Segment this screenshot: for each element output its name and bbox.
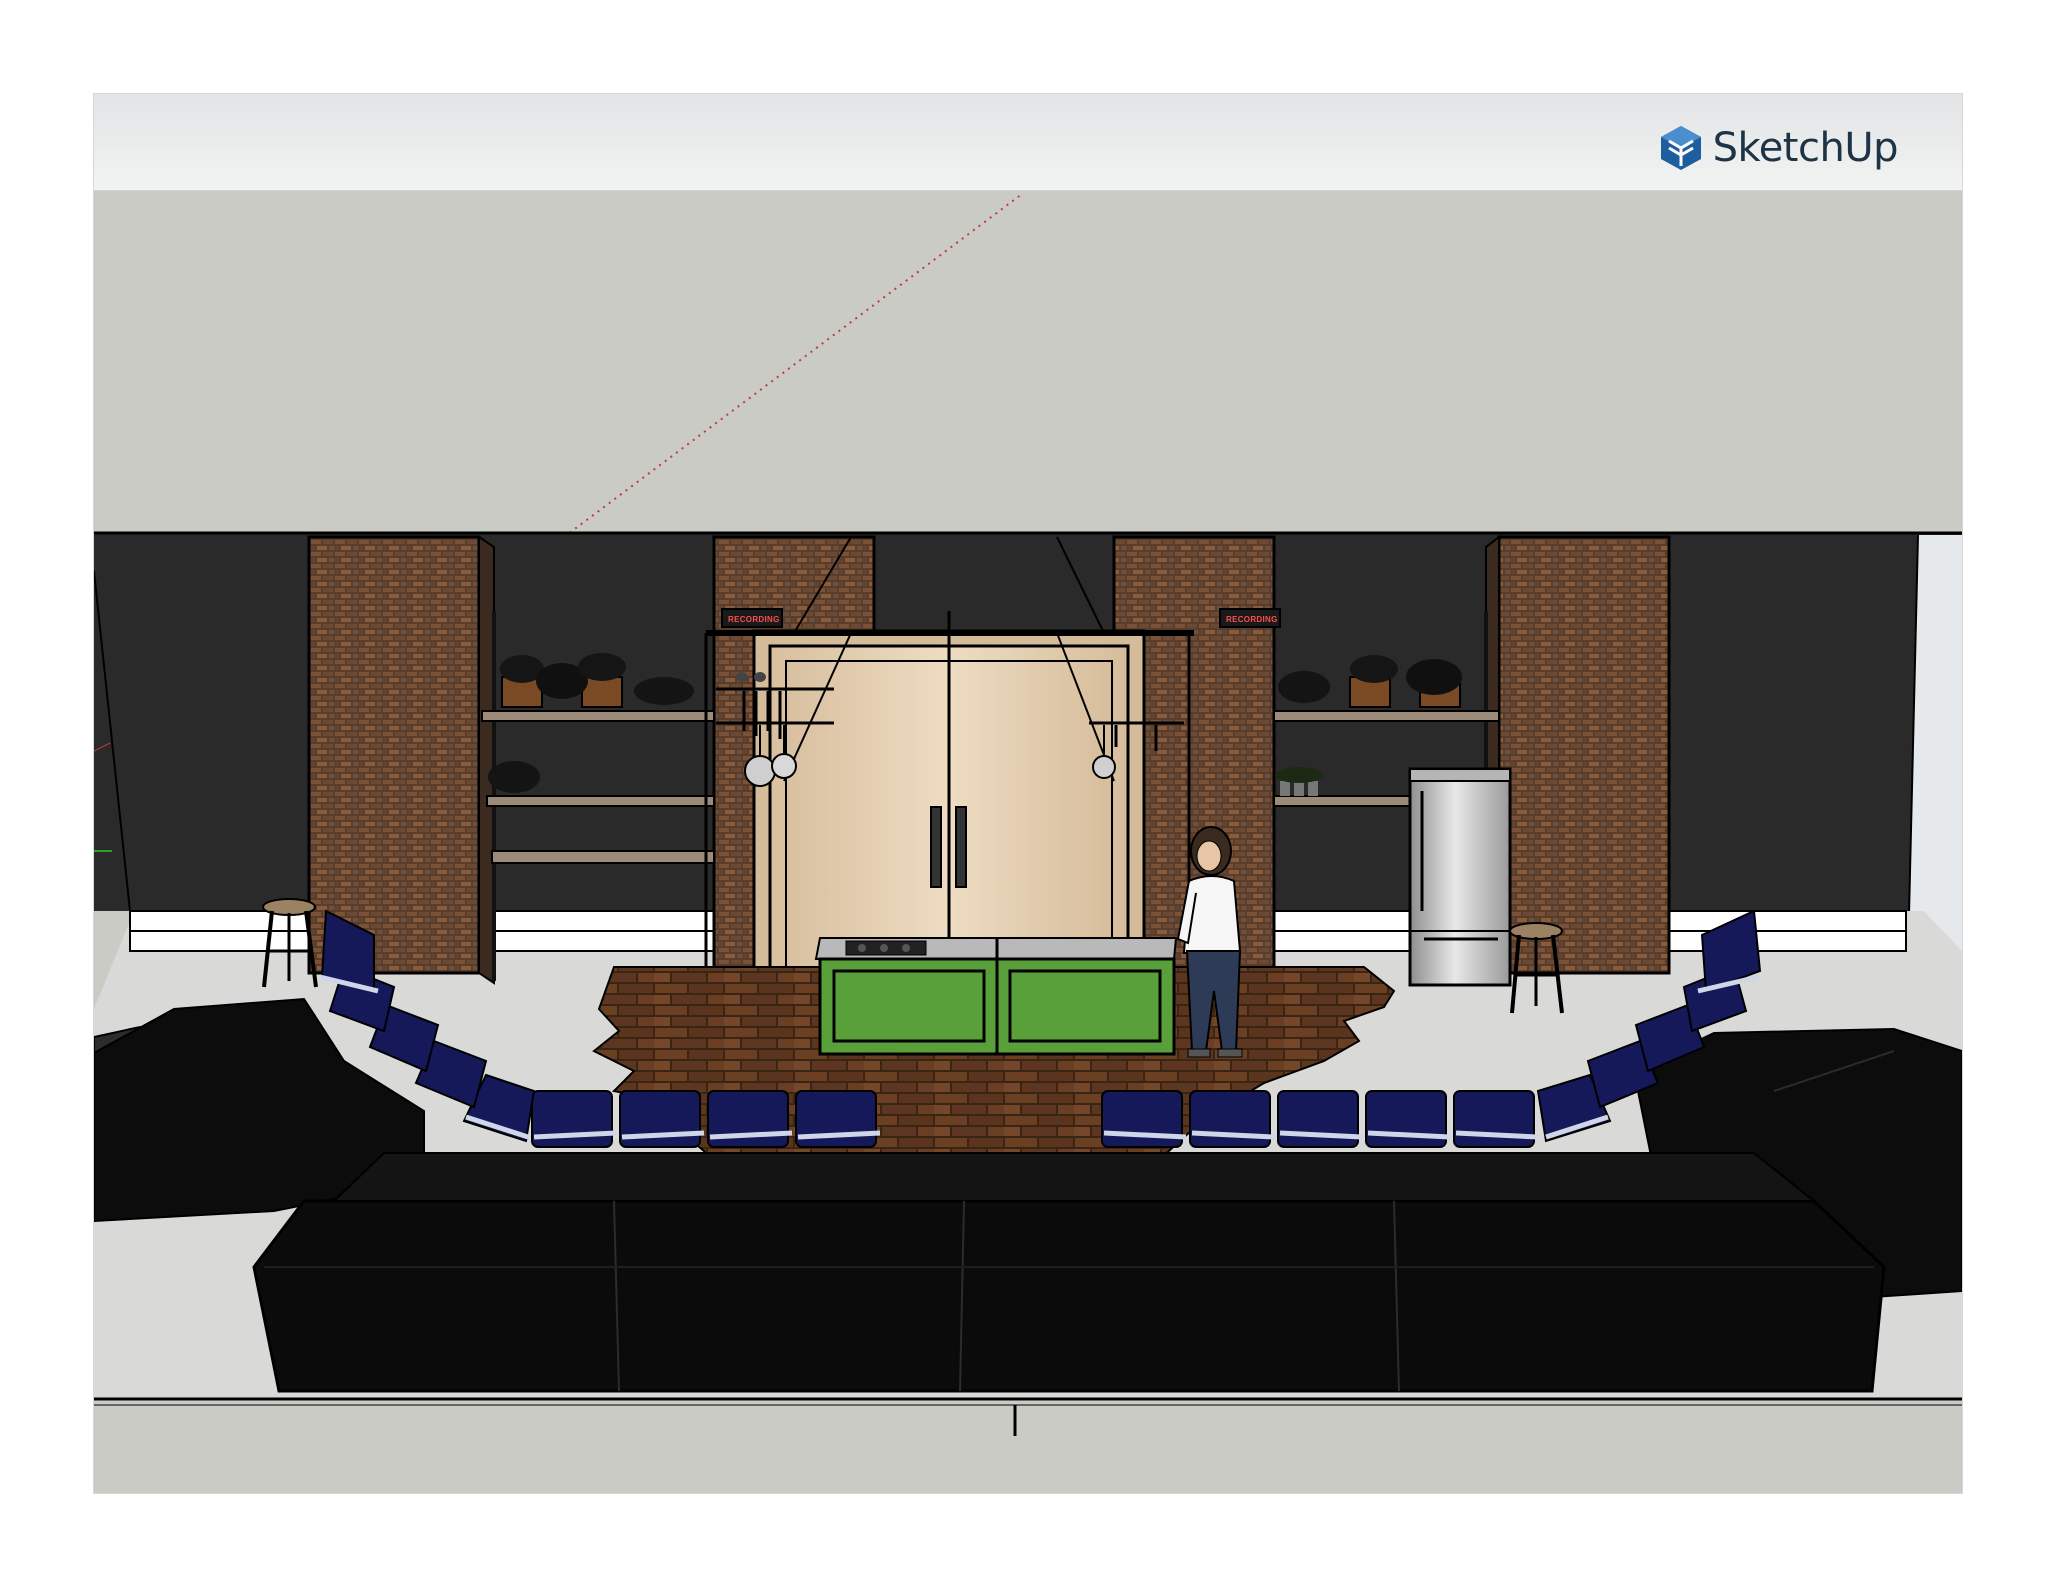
brick-column <box>1485 534 1671 986</box>
sketchup-logo-icon <box>1660 126 1701 170</box>
chair <box>1365 1090 1451 1148</box>
chair <box>1277 1090 1363 1148</box>
chair <box>1189 1090 1275 1148</box>
kitchen-island <box>814 937 1178 1056</box>
chair <box>1453 1090 1539 1148</box>
chair <box>531 1090 617 1148</box>
sketchup-logo[interactable]: SketchUp <box>1659 124 1899 172</box>
model-scene: RECORDING RECORDING <box>94 193 1962 1436</box>
chair <box>707 1090 793 1148</box>
recording-sign-left: RECORDING <box>721 608 783 628</box>
recording-sign-right: RECORDING <box>1219 608 1281 628</box>
chair <box>1101 1090 1187 1148</box>
recording-sign-text: RECORDING <box>728 615 780 624</box>
3d-viewport[interactable]: RECORDING RECORDING <box>94 191 1962 1493</box>
double-door <box>752 611 1146 983</box>
header-bar: SketchUp <box>94 94 1962 191</box>
chair <box>795 1090 881 1148</box>
chair <box>619 1090 705 1148</box>
sofa-front <box>252 1152 1886 1393</box>
recording-sign-text: RECORDING <box>1226 615 1278 624</box>
red-axis-guide <box>563 193 1023 538</box>
refrigerator <box>1408 767 1512 987</box>
sketchup-window: SketchUp RECORDING RECORDING <box>93 93 1963 1494</box>
app-name: SketchUp <box>1712 125 1899 171</box>
